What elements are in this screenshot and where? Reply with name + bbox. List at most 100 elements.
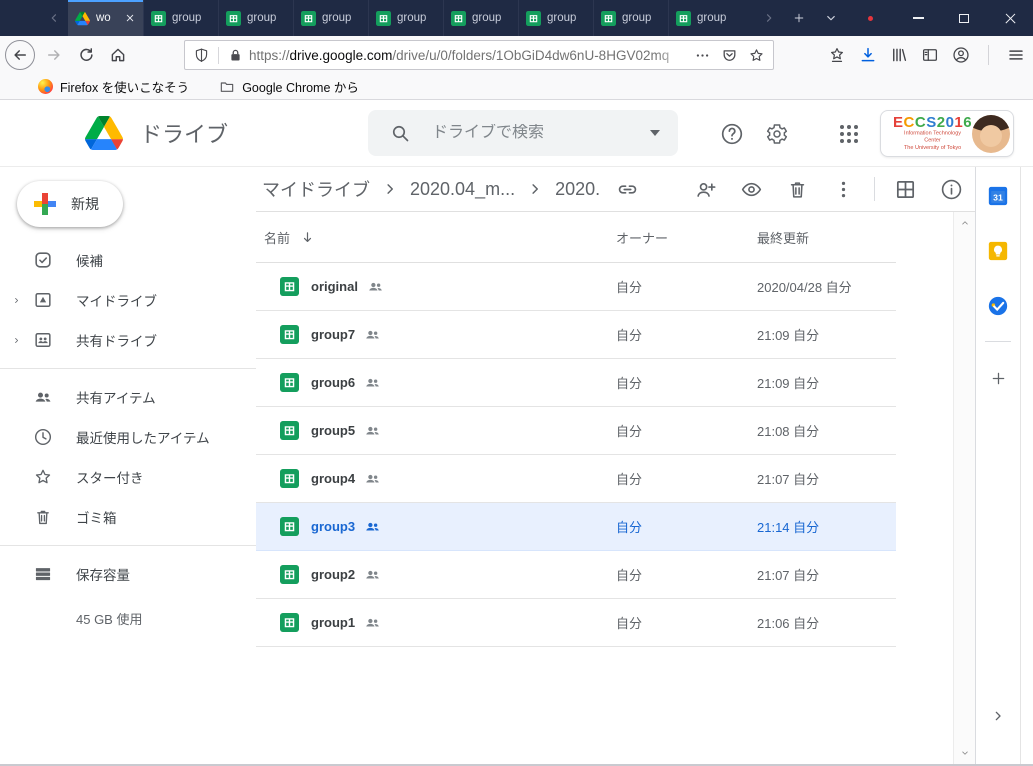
trash-icon[interactable] xyxy=(786,178,809,201)
sheets-icon xyxy=(151,11,166,26)
shared-people-icon xyxy=(367,278,384,295)
google-drive-icon xyxy=(75,11,90,26)
tab-close-icon[interactable] xyxy=(124,12,136,24)
file-row-group6[interactable]: group6自分21:09 自分 xyxy=(256,359,896,407)
new-button[interactable]: 新規 xyxy=(17,181,123,227)
tab-active-drive[interactable]: wo xyxy=(68,0,143,36)
reload-button[interactable] xyxy=(70,39,102,71)
sidebar-item-trash[interactable]: ゴミ箱 xyxy=(0,497,256,537)
account-badge[interactable]: ECCS2016 Information Technology Center T… xyxy=(880,110,1014,157)
sheets-file-icon xyxy=(280,373,299,392)
menu-icon[interactable] xyxy=(1005,39,1027,71)
sheets-icon xyxy=(301,11,316,26)
google-apps-grid-icon[interactable] xyxy=(837,122,861,146)
file-row-group5[interactable]: group5自分21:08 自分 xyxy=(256,407,896,455)
grid-view-icon[interactable] xyxy=(894,178,917,201)
side-panel-expand-icon[interactable] xyxy=(990,708,1006,724)
forward-button[interactable] xyxy=(38,39,70,71)
bookmark-star-icon[interactable] xyxy=(748,47,765,64)
scroll-down-icon[interactable] xyxy=(960,748,970,758)
tab-list-dropdown-icon[interactable] xyxy=(815,0,847,36)
close-button[interactable] xyxy=(987,0,1033,36)
column-header-owner[interactable]: オーナー xyxy=(616,228,668,247)
tab-group[interactable]: group xyxy=(368,0,443,36)
storage-used-label: 45 GB 使用 xyxy=(0,609,256,628)
sidebar-item-shared-drives[interactable]: 共有ドライブ xyxy=(0,320,256,360)
calendar-app-icon[interactable]: 31 xyxy=(987,185,1009,207)
person-add-icon[interactable] xyxy=(694,178,717,201)
file-row-original[interactable]: original自分2020/04/28 自分 xyxy=(256,263,896,311)
new-tab-button[interactable] xyxy=(783,0,815,36)
bookmark-item[interactable]: Google Chrome から xyxy=(219,77,359,96)
help-icon[interactable] xyxy=(720,122,744,146)
tab-group[interactable]: group xyxy=(668,0,743,36)
sheets-file-icon xyxy=(280,277,299,296)
tab-group[interactable]: group xyxy=(443,0,518,36)
library-icon[interactable] xyxy=(888,39,910,71)
url-bar[interactable]: https://drive.google.com/drive/u/0/folde… xyxy=(184,40,774,70)
file-row-group4[interactable]: group4自分21:07 自分 xyxy=(256,455,896,503)
sidebar-item-my-drive[interactable]: マイドライブ xyxy=(0,280,256,320)
file-row-group3[interactable]: group3自分21:14 自分 xyxy=(256,503,896,551)
page-actions-icon[interactable] xyxy=(694,47,711,64)
breadcrumb-item[interactable]: 2020.04_m... xyxy=(410,179,515,200)
file-row-group2[interactable]: group2自分21:07 自分 xyxy=(256,551,896,599)
eye-icon[interactable] xyxy=(740,178,763,201)
bookmark-star-icon[interactable] xyxy=(826,39,848,71)
settings-gear-icon[interactable] xyxy=(765,122,789,146)
shared-people-icon xyxy=(364,422,381,439)
tasks-app-icon[interactable] xyxy=(987,295,1009,317)
keep-app-icon[interactable] xyxy=(987,240,1009,262)
back-button[interactable] xyxy=(5,40,35,70)
tab-group[interactable]: group xyxy=(518,0,593,36)
expand-arrow-icon[interactable] xyxy=(12,336,30,345)
add-addon-plus-icon[interactable] xyxy=(989,369,1008,388)
file-name: group5 xyxy=(311,423,355,438)
tab-bar: wogroupgroupgroupgroupgroupgroupgroupgro… xyxy=(0,0,1033,36)
download-icon[interactable] xyxy=(857,39,879,71)
home-button[interactable] xyxy=(102,39,134,71)
sidebar-item-star[interactable]: スター付き xyxy=(0,457,256,497)
pocket-icon[interactable] xyxy=(721,47,738,64)
url-domain: drive.google.com xyxy=(290,48,393,63)
maximize-button[interactable] xyxy=(941,0,987,36)
bookmark-item[interactable]: Firefox を使いこなそう xyxy=(38,77,189,96)
tab-scroll-right-icon[interactable] xyxy=(755,0,783,36)
sidebar-item-clock[interactable]: 最近使用したアイテム xyxy=(0,417,256,457)
lock-icon[interactable] xyxy=(227,47,241,64)
sidebar-item-label: マイドライブ xyxy=(76,290,157,310)
tab-scroll-left-icon[interactable] xyxy=(40,0,68,36)
search-options-caret-icon[interactable] xyxy=(650,130,660,136)
avatar[interactable] xyxy=(972,115,1010,153)
sidebar-item-priority[interactable]: 候補 xyxy=(0,240,256,280)
file-row-group1[interactable]: group1自分21:06 自分 xyxy=(256,599,896,647)
tab-group[interactable]: group xyxy=(293,0,368,36)
sidebar-item-people[interactable]: 共有アイテム xyxy=(0,377,256,417)
dots-vertical-icon[interactable] xyxy=(832,178,855,201)
priority-icon xyxy=(33,250,53,270)
people-icon xyxy=(33,387,53,407)
account-icon[interactable] xyxy=(950,39,972,71)
breadcrumb-item[interactable]: マイドライブ xyxy=(262,176,370,202)
file-modified: 21:08 自分 xyxy=(757,421,819,440)
breadcrumb-item[interactable]: 2020. xyxy=(555,179,600,200)
titlebar-drag-area xyxy=(847,0,868,36)
info-icon[interactable] xyxy=(940,178,963,201)
column-header-name[interactable]: 名前 xyxy=(256,228,316,247)
column-header-modified[interactable]: 最終更新 xyxy=(757,228,809,247)
minimize-button[interactable] xyxy=(895,0,941,36)
content-scrollbar[interactable] xyxy=(953,212,975,764)
tracking-shield-icon[interactable] xyxy=(193,47,210,64)
sidebar-item-storage[interactable]: 保存容量 xyxy=(0,554,256,594)
file-row-group7[interactable]: group7自分21:09 自分 xyxy=(256,311,896,359)
tab-group[interactable]: group xyxy=(218,0,293,36)
get-link-icon[interactable] xyxy=(616,178,639,201)
tab-group[interactable]: group xyxy=(143,0,218,36)
search-icon[interactable] xyxy=(390,123,410,143)
search-input[interactable] xyxy=(432,124,628,142)
expand-arrow-icon[interactable] xyxy=(12,296,30,305)
sidebar-toggle-icon[interactable] xyxy=(919,39,941,71)
search-box[interactable] xyxy=(368,110,678,156)
tab-group[interactable]: group xyxy=(593,0,668,36)
scroll-up-icon[interactable] xyxy=(960,218,970,228)
